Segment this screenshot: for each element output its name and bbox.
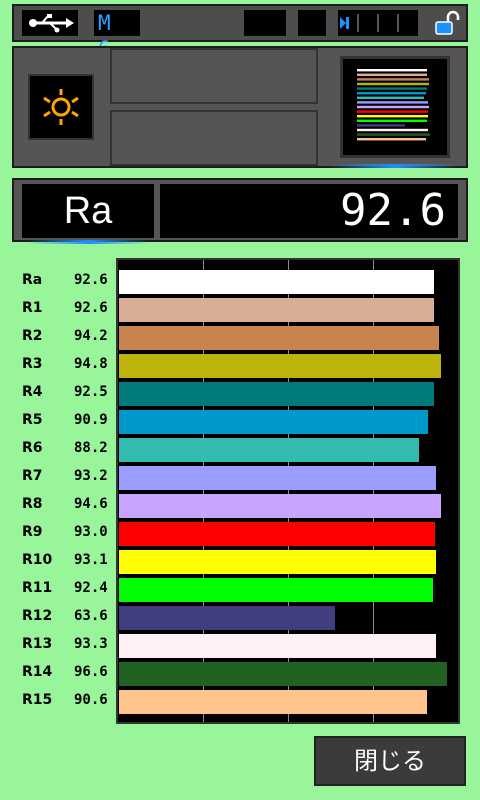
index-label: R2 — [22, 328, 43, 344]
spectrum-thumb-bar — [357, 96, 424, 99]
bar-r3 — [119, 354, 441, 378]
bar-r8 — [119, 494, 441, 518]
close-button[interactable]: 閉じる — [314, 736, 466, 786]
spectrum-thumb-bar — [357, 92, 426, 95]
bar-r9 — [119, 522, 435, 546]
bar-r7 — [119, 466, 436, 490]
index-label: R9 — [22, 524, 43, 540]
index-value: 92.6 — [74, 300, 108, 316]
measurement-mode: M 6 — [94, 10, 140, 61]
spectrum-thumb-bar — [357, 115, 428, 118]
index-value: 93.1 — [74, 552, 108, 568]
selection-indicator — [330, 164, 460, 168]
control-panel — [12, 46, 468, 168]
spectrum-thumb-bar — [357, 128, 428, 132]
spectrum-thumb-bar — [357, 69, 427, 72]
index-label: R13 — [22, 636, 53, 652]
status-slot — [298, 10, 326, 36]
empty-button[interactable] — [110, 110, 318, 166]
index-value: 92.5 — [74, 384, 108, 400]
index-value: 92.4 — [74, 580, 108, 596]
bar-r6 — [119, 438, 419, 462]
ra-label[interactable]: Ra — [22, 184, 154, 238]
index-value: 94.6 — [74, 496, 108, 512]
index-value: 94.2 — [74, 328, 108, 344]
index-label: R12 — [22, 608, 53, 624]
sun-icon — [43, 89, 79, 125]
bar-r10 — [119, 550, 436, 574]
index-value: 93.2 — [74, 468, 108, 484]
spectrum-thumb-bar — [357, 105, 429, 109]
index-label: R7 — [22, 468, 43, 484]
index-label: R1 — [22, 300, 43, 316]
index-label: R4 — [22, 384, 43, 400]
bar-r15 — [119, 690, 427, 714]
spectrum-thumb-bar — [357, 87, 427, 90]
status-slot — [244, 10, 286, 36]
index-value: 63.6 — [74, 608, 108, 624]
bar-r1 — [119, 298, 434, 322]
bar-r2 — [119, 326, 439, 350]
index-label: R8 — [22, 496, 43, 512]
spectrum-view-button[interactable] — [340, 56, 450, 158]
spectrum-thumb-bar — [357, 82, 429, 86]
index-value: 90.9 — [74, 412, 108, 428]
bar-r11 — [119, 578, 433, 602]
bar-ra — [119, 270, 434, 294]
index-label: R6 — [22, 440, 43, 456]
empty-button[interactable] — [110, 48, 318, 104]
index-value: 93.0 — [74, 524, 108, 540]
status-bar: M 6 — [12, 4, 468, 61]
spectrum-thumb-bar — [357, 73, 427, 76]
spectrum-thumb-bar — [357, 101, 428, 104]
bar-r4 — [119, 382, 434, 406]
index-value: 88.2 — [74, 440, 108, 456]
spectrum-thumb-bar — [357, 119, 427, 122]
index-label: R11 — [22, 580, 53, 596]
bar-r5 — [119, 410, 428, 434]
selection-indicator — [26, 240, 150, 244]
bar-r14 — [119, 662, 447, 686]
index-value: 93.3 — [74, 636, 108, 652]
spectrum-thumb-bar — [357, 133, 430, 136]
ra-value: 92.6 — [160, 184, 458, 238]
index-value: 90.6 — [74, 692, 108, 708]
index-value: 96.6 — [74, 664, 108, 680]
lock-open-icon[interactable] — [432, 10, 462, 36]
index-label: R15 — [22, 692, 53, 708]
usb-icon — [22, 10, 78, 36]
light-source-button[interactable] — [28, 74, 94, 140]
spectrum-bars-icon — [357, 69, 430, 141]
index-value: 92.6 — [74, 272, 108, 288]
cri-bar-chart — [116, 258, 460, 724]
bar-r13 — [119, 634, 436, 658]
spectrum-thumb-bar — [357, 78, 429, 81]
index-label: R14 — [22, 664, 53, 680]
index-label: R3 — [22, 356, 43, 372]
spectrum-thumb-bar — [357, 124, 405, 127]
index-value: 94.8 — [74, 356, 108, 372]
index-label: R10 — [22, 552, 53, 568]
bar-r12 — [119, 606, 335, 630]
spectrum-thumb-bar — [357, 138, 426, 141]
spectrum-thumb-bar — [357, 110, 428, 113]
index-label: Ra — [22, 272, 43, 288]
index-label: R5 — [22, 412, 43, 428]
memory-indicator — [338, 10, 418, 36]
ra-panel: Ra 92.6 — [12, 178, 468, 244]
